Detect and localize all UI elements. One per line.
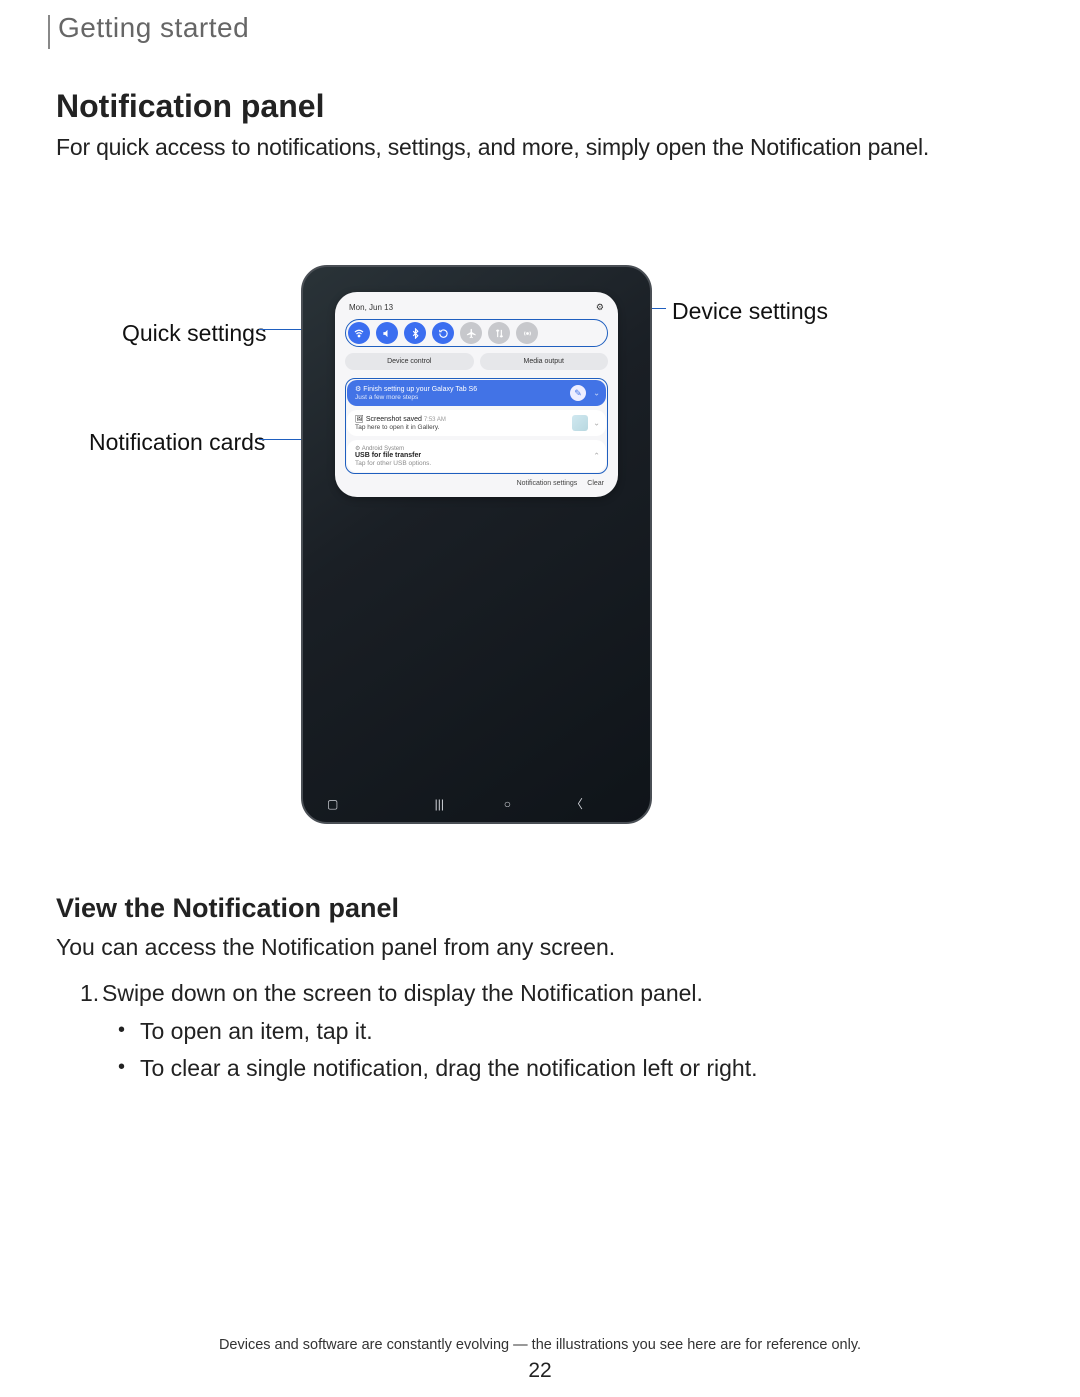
callout-device-settings: Device settings <box>672 298 828 325</box>
disclaimer-footnote: Devices and software are constantly evol… <box>0 1337 1080 1353</box>
notification-card[interactable]: ⚙ Finish setting up your Galaxy Tab S6 J… <box>347 380 606 406</box>
chevron-up-icon: ⌃ <box>593 452 600 461</box>
hotspot-icon[interactable] <box>516 322 538 344</box>
annotated-diagram: Quick settings Notification cards Device… <box>55 262 955 832</box>
notif-title: Finish setting up your Galaxy Tab S6 <box>363 386 477 393</box>
notif-subtitle: Tap for other USB options. <box>355 460 598 467</box>
instruction-list: 1.Swipe down on the screen to display th… <box>80 976 758 1087</box>
substep-text: To clear a single notification, drag the… <box>140 1051 758 1087</box>
callout-notification-cards: Notification cards <box>89 429 265 456</box>
notif-title: USB for file transfer <box>355 452 598 459</box>
quick-settings-row <box>345 319 608 347</box>
chevron-down-icon: ⌄ <box>593 419 600 428</box>
section-header: Getting started <box>58 12 249 44</box>
intro-paragraph: For quick access to notifications, setti… <box>56 131 936 163</box>
screenshot-thumbnail <box>572 415 588 431</box>
subsection-heading: View the Notification panel <box>56 893 399 924</box>
header-divider <box>48 15 50 49</box>
notif-subtitle: Tap here to open it in Gallery. <box>355 424 598 431</box>
body-paragraph: You can access the Notification panel fr… <box>56 931 615 964</box>
airplane-icon[interactable] <box>460 322 482 344</box>
notification-card[interactable]: 🖼 Screenshot saved 7:53 AM Tap here to o… <box>347 410 606 436</box>
tablet-nav-bar: ▢ ||| ○ 〈 <box>303 795 650 812</box>
notification-cards-group: ⚙ Finish setting up your Galaxy Tab S6 J… <box>345 378 608 474</box>
rotate-icon[interactable] <box>432 322 454 344</box>
sound-icon[interactable] <box>376 322 398 344</box>
substep-text: To open an item, tap it. <box>140 1014 758 1050</box>
page-title: Notification panel <box>56 88 324 125</box>
home-icon[interactable]: ○ <box>504 797 511 811</box>
notification-settings-link[interactable]: Notification settings <box>517 480 578 487</box>
step-text: Swipe down on the screen to display the … <box>102 980 703 1006</box>
notif-title: Screenshot saved <box>366 416 422 423</box>
callout-quick-settings: Quick settings <box>122 320 266 347</box>
bluetooth-icon[interactable] <box>404 322 426 344</box>
chevron-down-icon: ⌄ <box>593 389 600 398</box>
notification-panel: Mon, Jun 13 ⚙ <box>335 292 618 497</box>
media-output-button[interactable]: Media output <box>480 353 609 370</box>
clear-button[interactable]: Clear <box>587 480 604 487</box>
panel-date: Mon, Jun 13 <box>349 303 393 312</box>
gear-icon[interactable]: ⚙ <box>596 302 604 313</box>
pencil-icon: ✎ <box>570 385 586 401</box>
device-control-button[interactable]: Device control <box>345 353 474 370</box>
wifi-icon[interactable] <box>348 322 370 344</box>
data-icon[interactable] <box>488 322 510 344</box>
cast-icon[interactable]: ▢ <box>327 797 345 811</box>
recents-icon[interactable]: ||| <box>435 797 444 811</box>
notification-card[interactable]: ⚙ Android System USB for file transfer T… <box>347 440 606 472</box>
notif-subtitle: Just a few more steps <box>355 394 598 401</box>
tablet-illustration: Mon, Jun 13 ⚙ <box>301 265 652 824</box>
back-icon[interactable]: 〈 <box>571 795 583 812</box>
notif-time: 7:53 AM <box>424 417 446 423</box>
page-number: 22 <box>0 1359 1080 1383</box>
